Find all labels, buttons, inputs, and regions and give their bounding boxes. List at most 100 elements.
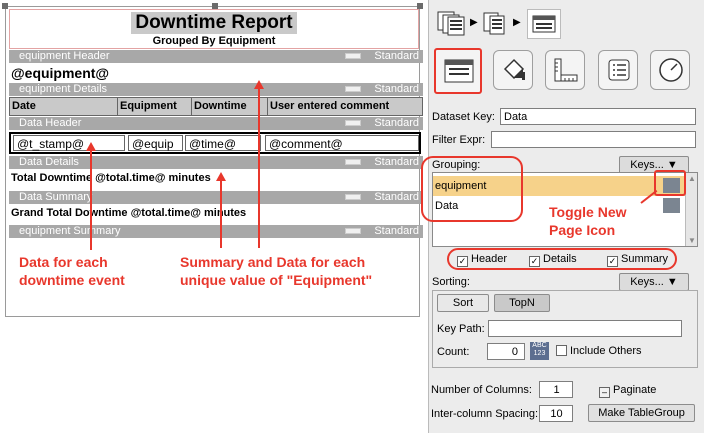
band-label: Data Details — [19, 156, 79, 168]
header-checkbox[interactable]: ✓ Header — [457, 253, 507, 267]
filter-expr-label: Filter Expr: — [432, 134, 486, 146]
sorting-label: Sorting: — [432, 276, 470, 288]
breadcrumb: ▶ ▶ — [437, 6, 565, 40]
details-checkbox[interactable]: ✓ Details — [529, 253, 577, 267]
list-tab[interactable] — [598, 50, 638, 90]
ruler-icon — [552, 56, 580, 87]
band-toggle-icon[interactable] — [345, 194, 361, 200]
band-data-summary[interactable]: Data Summary Standard — [9, 191, 423, 204]
checkbox-label: Summary — [621, 253, 669, 265]
annotation-line: downtime event — [19, 272, 125, 288]
timing-tab[interactable] — [650, 50, 690, 90]
checkbox-checked-icon[interactable]: ✓ — [607, 256, 618, 267]
band-standard-label: Standard — [374, 191, 419, 203]
dataset-key-label: Dataset Key: — [432, 111, 495, 123]
annotation-data-event: Data for each downtime event — [19, 253, 125, 289]
badge-text: ABC — [532, 342, 547, 349]
title-text-box[interactable]: Downtime Report Grouped By Equipment — [9, 9, 419, 49]
num-columns-input[interactable] — [539, 381, 573, 398]
chevron-up-icon[interactable]: ▲ — [688, 174, 696, 183]
annotation-line: Summary and Data for each — [180, 254, 366, 270]
count-label: Count: — [437, 346, 470, 358]
detail-row[interactable]: @t_stamp@ @equip @time@ @comment@ — [9, 132, 421, 154]
detail-cell[interactable]: @comment@ — [265, 135, 419, 151]
list-icon — [605, 56, 633, 87]
annotation-arrow — [258, 88, 260, 248]
annotation-line: Data for each — [19, 254, 108, 270]
band-toggle-icon[interactable] — [345, 159, 361, 165]
count-input[interactable] — [487, 343, 525, 360]
filter-expr-input[interactable] — [491, 131, 696, 148]
annotation-line: unique value of "Equipment" — [180, 272, 373, 288]
band-data-header[interactable]: Data Header Standard — [9, 117, 423, 130]
property-panel: ▶ ▶ Dataset Key: Filter Expr: — [421, 0, 704, 433]
band-standard-label: Standard — [374, 225, 419, 237]
annotation-summary: Summary and Data for each unique value o… — [180, 253, 372, 289]
band-equipment-header[interactable]: equipment Header Standard — [9, 50, 423, 63]
num-columns-label: Number of Columns: — [431, 384, 532, 396]
include-others-checkbox[interactable]: Include Others — [556, 345, 642, 357]
report-designer-canvas[interactable]: Downtime Report Grouped By Equipment equ… — [0, 0, 426, 433]
band-equipment-details[interactable]: equipment Details Standard — [9, 83, 423, 96]
expression-badge-icon[interactable]: ABC 123 — [530, 342, 549, 360]
checkbox-unchecked-icon[interactable] — [556, 345, 567, 356]
table-group-icon[interactable] — [482, 10, 510, 36]
annotation-ring-grouping — [421, 156, 523, 222]
annotation-arrow — [220, 180, 222, 248]
size-position-tab[interactable] — [545, 50, 585, 90]
checkbox-unchecked-icon[interactable]: – — [599, 387, 610, 398]
column-header-cell[interactable]: Equipment — [118, 98, 192, 115]
chevron-down-icon[interactable]: ▼ — [688, 236, 696, 245]
badge-text: 123 — [533, 350, 546, 357]
key-path-label: Key Path: — [437, 323, 485, 335]
report-title: Downtime Report — [131, 12, 297, 34]
table-icon[interactable] — [527, 9, 561, 39]
column-header-row[interactable]: Date Equipment Downtime User entered com… — [9, 97, 423, 116]
band-standard-label: Standard — [374, 156, 419, 168]
column-header-cell[interactable]: Date — [10, 98, 118, 115]
checkbox-label: Header — [471, 253, 508, 265]
detail-cell[interactable]: @equip — [128, 135, 183, 151]
group-field-text[interactable]: @equipment@ — [11, 65, 109, 81]
detail-cell[interactable]: @t_stamp@ — [13, 135, 125, 151]
topn-tab[interactable]: TopN — [494, 294, 550, 312]
dataset-key-input[interactable] — [500, 108, 696, 125]
band-toggle-icon[interactable] — [345, 53, 361, 59]
chevron-right-icon: ▶ — [513, 17, 521, 28]
band-toggle-icon[interactable] — [345, 228, 361, 234]
band-standard-label: Standard — [374, 50, 419, 62]
band-toggle-icon[interactable] — [345, 86, 361, 92]
table-icon — [442, 56, 476, 91]
report-subtitle: Grouped By Equipment — [152, 35, 276, 47]
spacing-input[interactable] — [539, 405, 573, 422]
key-path-input[interactable] — [488, 320, 682, 337]
fill-style-tab[interactable] — [493, 50, 533, 90]
band-standard-label: Standard — [374, 117, 419, 129]
new-page-toggle-icon[interactable] — [663, 198, 680, 213]
grand-total-text[interactable]: Grand Total Downtime @total.time@ minute… — [11, 207, 246, 219]
scrollbar[interactable]: ▲ ▼ — [685, 173, 697, 246]
checkbox-checked-icon[interactable]: ✓ — [529, 256, 540, 267]
report-icon[interactable] — [437, 10, 467, 36]
paginate-checkbox[interactable]: – Paginate — [599, 384, 656, 398]
spacing-label: Inter-column Spacing: — [431, 408, 538, 420]
checkbox-label: Include Others — [570, 345, 642, 357]
detail-cell[interactable]: @time@ — [185, 135, 261, 151]
band-data-details[interactable]: Data Details Standard — [9, 156, 423, 169]
band-toggle-icon[interactable] — [345, 120, 361, 126]
annotation-toggle-page: Toggle New Page Icon — [549, 203, 649, 239]
make-tablegroup-button[interactable]: Make TableGroup — [588, 404, 695, 422]
resize-handle[interactable] — [2, 3, 8, 9]
total-downtime-text[interactable]: Total Downtime @total.time@ minutes — [11, 172, 211, 184]
summary-checkbox[interactable]: ✓ Summary — [607, 253, 668, 267]
sorting-keys-dropdown[interactable]: Keys... ▼ — [619, 273, 689, 291]
paint-bucket-icon — [500, 56, 528, 87]
sort-tab[interactable]: Sort — [437, 294, 489, 312]
chevron-down-icon: ▼ — [666, 276, 678, 288]
table-properties-tab[interactable] — [434, 48, 482, 94]
band-equipment-summary[interactable]: equipment Summary Standard — [9, 225, 423, 238]
checkbox-checked-icon[interactable]: ✓ — [457, 256, 468, 267]
annotation-line: Page Icon — [549, 222, 616, 238]
column-header-cell[interactable]: User entered comment — [268, 98, 422, 115]
column-header-cell[interactable]: Downtime — [192, 98, 268, 115]
